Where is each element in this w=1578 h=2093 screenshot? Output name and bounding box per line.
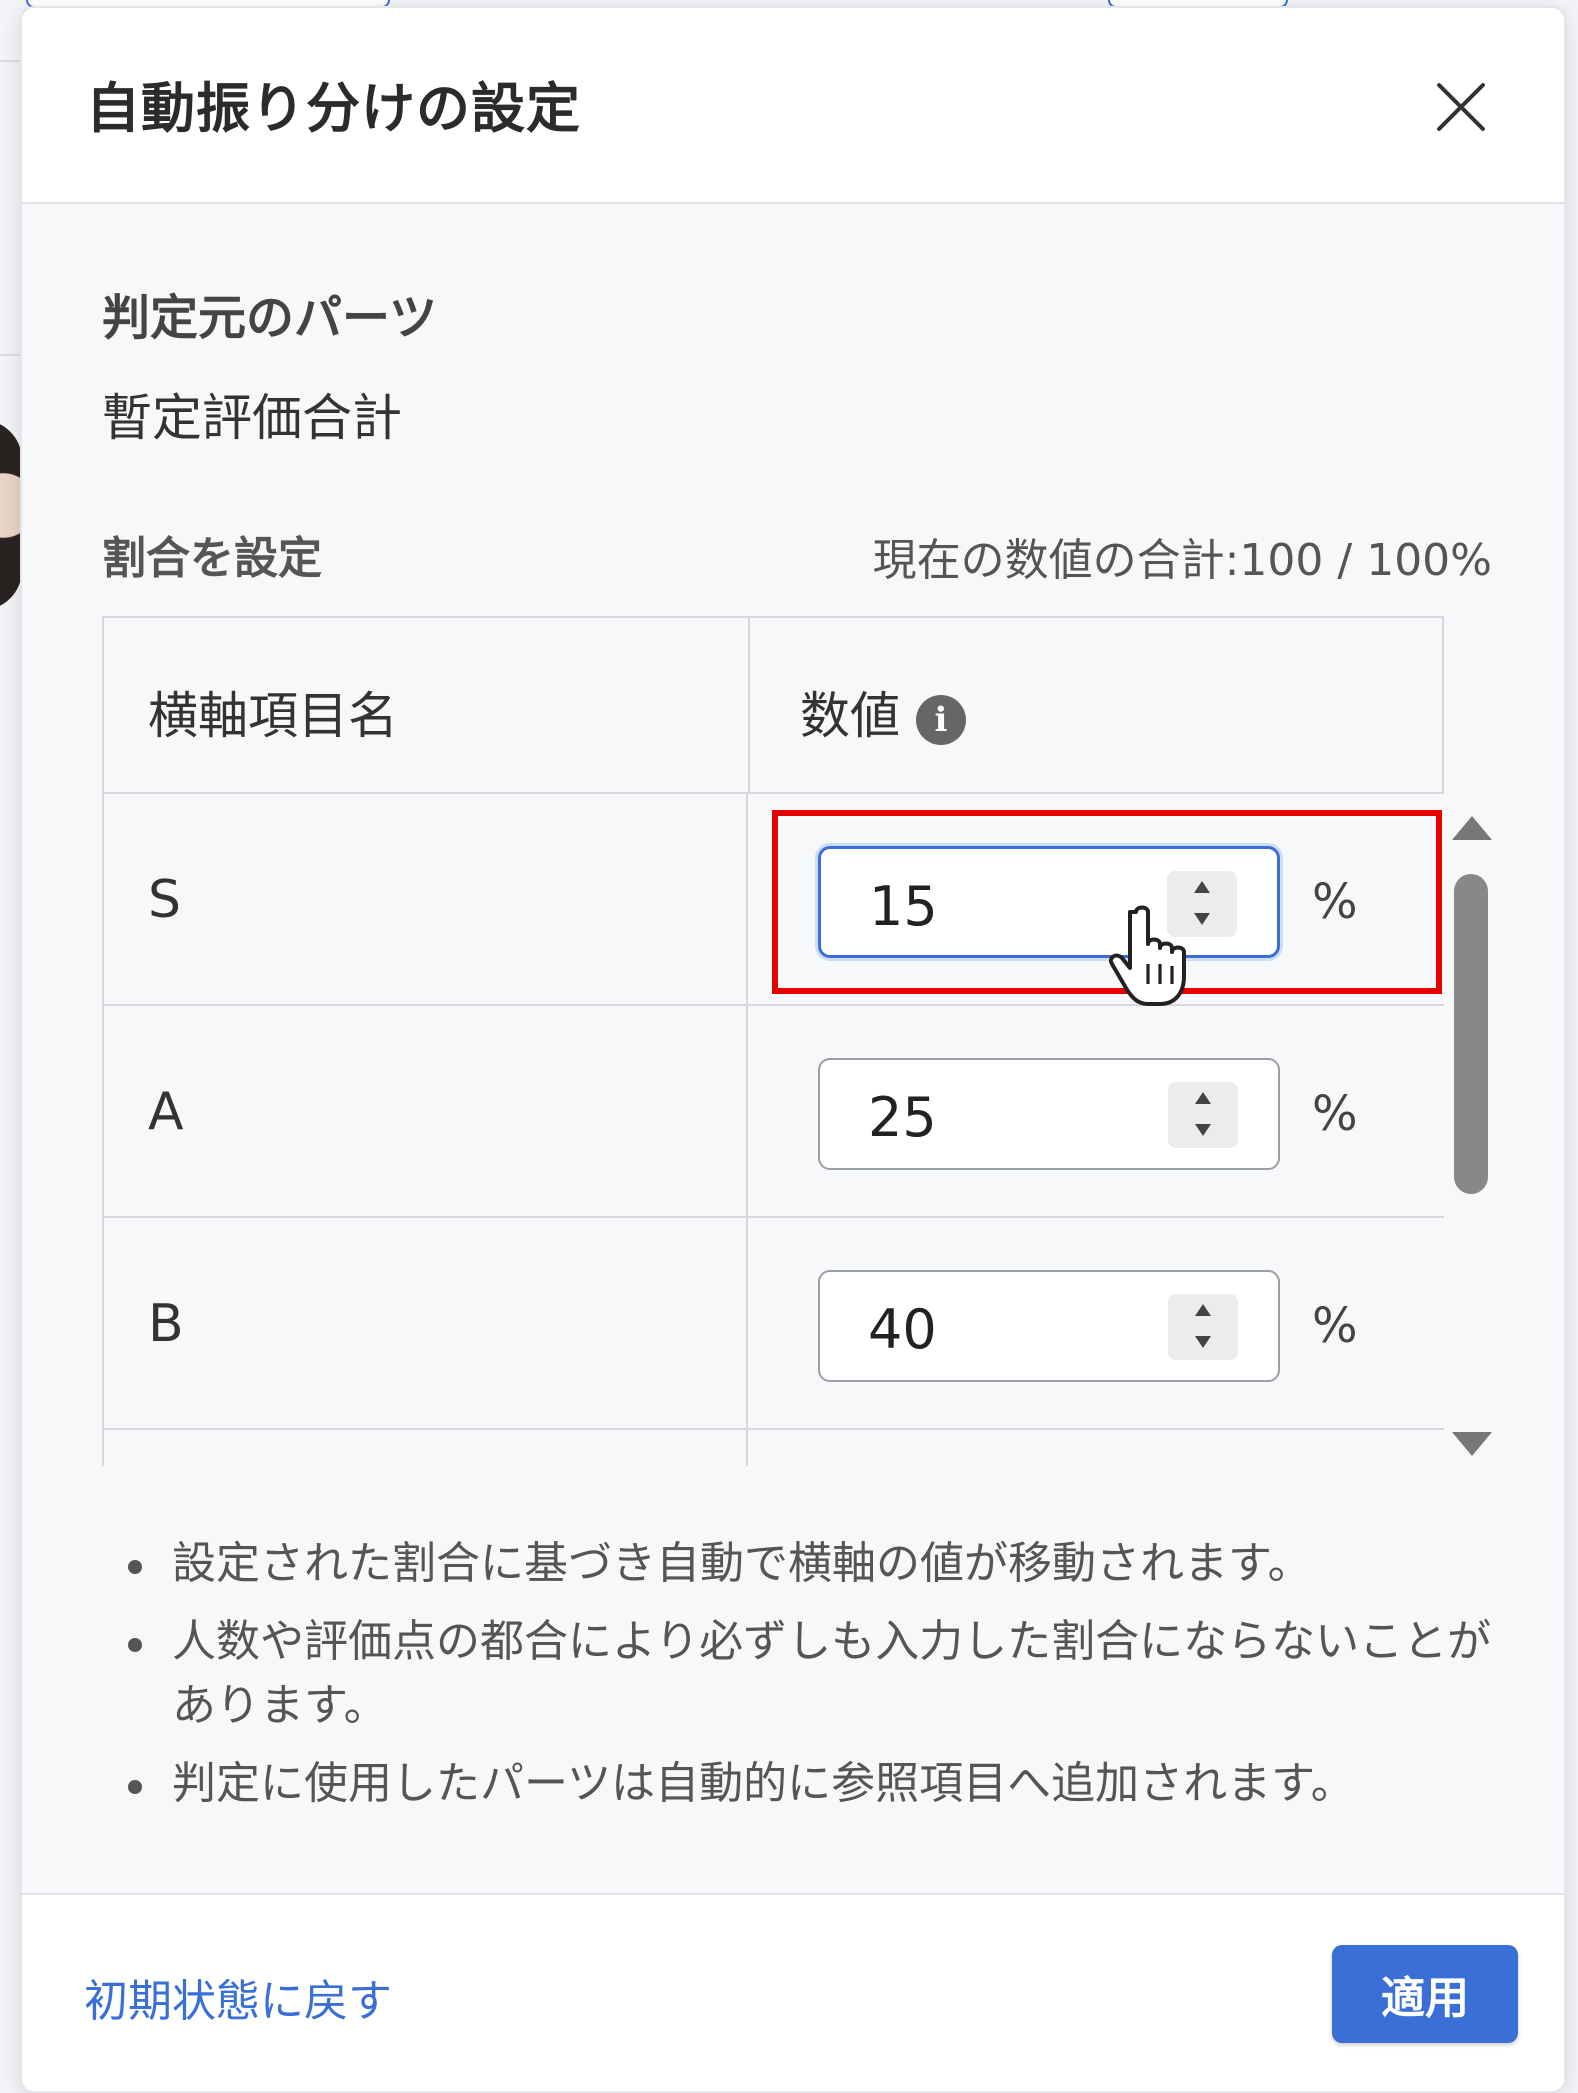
close-button[interactable]	[1434, 80, 1488, 134]
unit-label: %	[1312, 1298, 1358, 1354]
ratio-table: 横軸項目名 数値 i S 15 % A 25 % B 40 %	[102, 616, 1492, 1466]
source-part-value: 暫定評価合計	[102, 389, 402, 447]
column-divider	[746, 1430, 748, 1466]
column-header-name: 横軸項目名	[148, 687, 398, 745]
scrollbar-thumb[interactable]	[1454, 874, 1488, 1194]
value-input-text: 40	[868, 1298, 937, 1361]
unit-label: %	[1312, 1086, 1358, 1142]
stepper-icon[interactable]	[1168, 1294, 1238, 1360]
column-divider	[746, 1006, 748, 1216]
row-label: S	[148, 870, 182, 930]
background-divider	[0, 354, 22, 356]
apply-button[interactable]: 適用	[1332, 1945, 1518, 2043]
scroll-up-arrow-icon[interactable]	[1452, 816, 1492, 840]
ratio-total-text: 現在の数値の合計:100 / 100%	[872, 535, 1492, 586]
value-input[interactable]: 40	[818, 1270, 1280, 1382]
notes-list: 設定された割合に基づき自動で横軸の値が移動されます。 人数や評価点の都合により必…	[122, 1532, 1502, 1830]
dialog-footer: 初期状態に戻す 適用	[22, 1893, 1564, 2091]
table-row: B 40 %	[102, 1218, 1444, 1430]
dialog-header: 自動振り分けの設定	[22, 8, 1564, 204]
scroll-down-arrow-icon[interactable]	[1452, 1432, 1492, 1456]
value-input[interactable]: 25	[818, 1058, 1280, 1170]
note-item: 設定された割合に基づき自動で横軸の値が移動されます。	[122, 1532, 1502, 1596]
reset-link[interactable]: 初期状態に戻す	[84, 1965, 392, 2029]
background-divider	[0, 60, 22, 62]
ratio-heading: 割合を設定	[102, 533, 322, 584]
value-input-text: 15	[869, 875, 938, 938]
row-label: B	[148, 1294, 184, 1354]
source-part-heading: 判定元のパーツ	[102, 290, 438, 346]
background-avatar	[0, 420, 22, 610]
value-input-text: 25	[868, 1086, 937, 1149]
dialog-title: 自動振り分けの設定	[86, 77, 581, 140]
table-row-partial	[102, 1430, 1444, 1466]
table-scrollbar[interactable]	[1450, 806, 1492, 1466]
info-icon[interactable]: i	[916, 694, 966, 745]
table-row: S 15 %	[102, 794, 1444, 1006]
column-header-value: 数値 i	[800, 676, 966, 748]
row-label: A	[148, 1082, 184, 1142]
note-item: 人数や評価点の都合により必ずしも入力した割合にならないことがあります。	[122, 1610, 1502, 1738]
table-header: 横軸項目名 数値 i	[102, 616, 1444, 794]
column-divider	[748, 618, 750, 794]
column-divider	[746, 794, 748, 1004]
unit-label: %	[1312, 874, 1358, 930]
auto-distribution-dialog: 自動振り分けの設定 判定元のパーツ 暫定評価合計 割合を設定 現在の数値の合計:…	[20, 6, 1566, 2093]
table-row: A 25 %	[102, 1006, 1444, 1218]
stepper-icon[interactable]	[1167, 871, 1237, 937]
column-header-value-label: 数値	[800, 687, 900, 745]
value-input[interactable]: 15	[818, 846, 1280, 958]
column-divider	[746, 1218, 748, 1428]
stepper-icon[interactable]	[1168, 1082, 1238, 1148]
note-item: 判定に使用したパーツは自動的に参照項目へ追加されます。	[122, 1752, 1502, 1816]
